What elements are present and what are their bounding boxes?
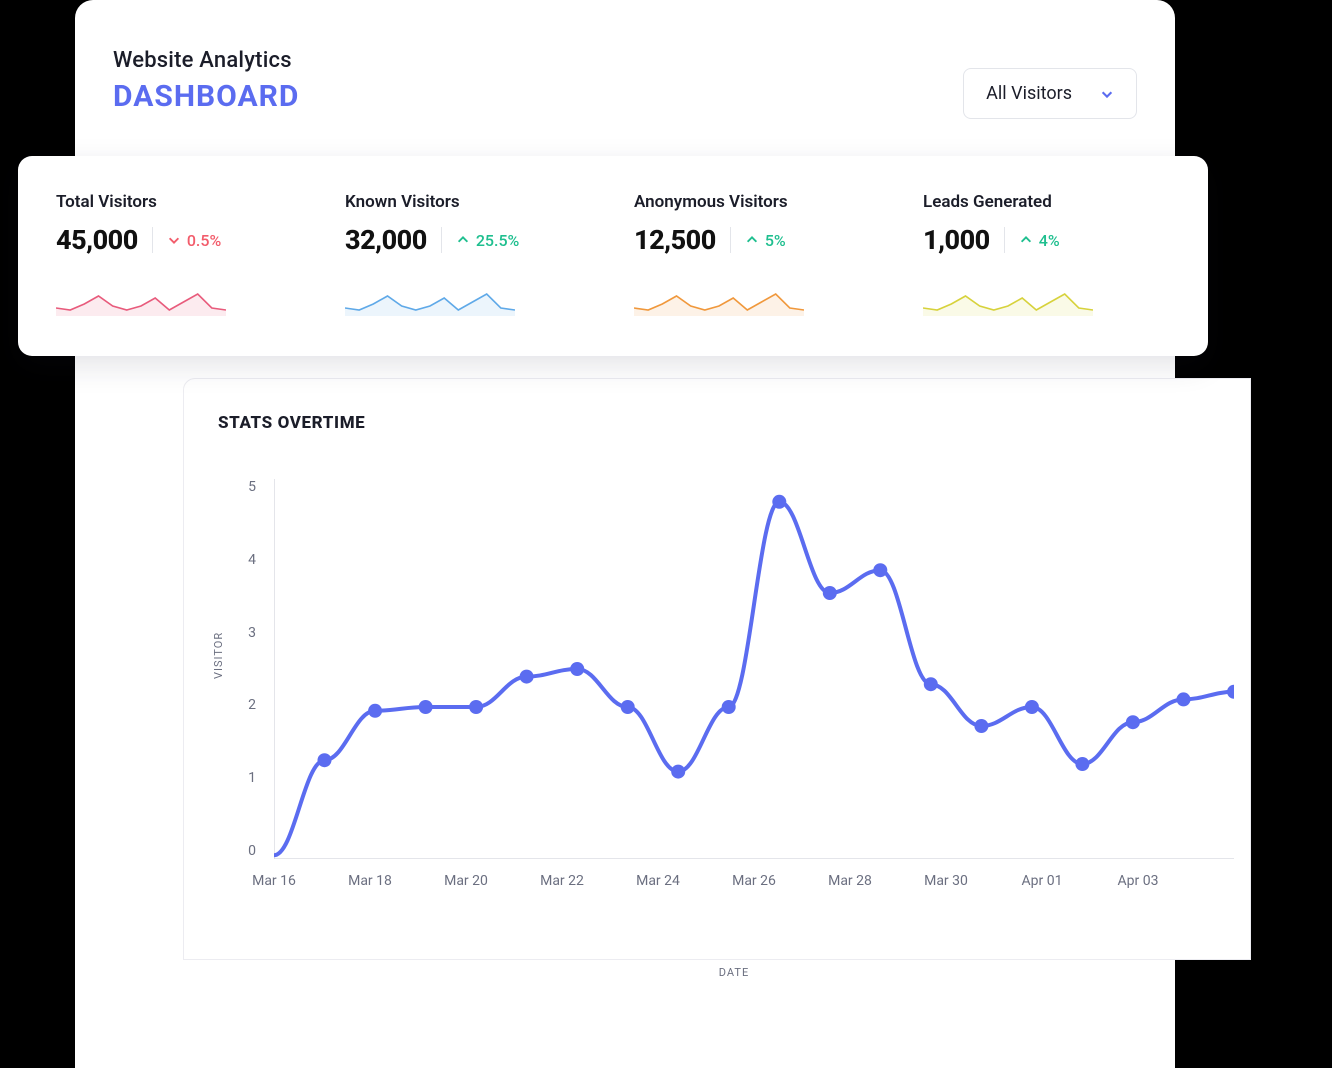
metric-value: 32,000 xyxy=(345,224,427,256)
trend-indicator: 5% xyxy=(745,231,786,250)
trend-indicator: 25.5% xyxy=(456,231,520,250)
data-point[interactable] xyxy=(823,586,837,600)
trend-indicator: 4% xyxy=(1019,231,1060,250)
data-point[interactable] xyxy=(621,700,635,714)
y-ticks: 5 4 3 2 1 0 xyxy=(242,479,256,859)
metric-label: Total Visitors xyxy=(56,192,303,212)
metric-value-row: 1,000 4% xyxy=(923,224,1170,256)
chevron-up-icon xyxy=(1019,233,1033,247)
x-tick: Mar 26 xyxy=(706,873,802,889)
x-tick: Mar 28 xyxy=(802,873,898,889)
y-axis-label: VISITOR xyxy=(212,632,225,679)
trend-percent: 4% xyxy=(1039,231,1060,250)
sparkline xyxy=(923,286,1093,316)
page-subtitle: Website Analytics xyxy=(113,48,299,73)
visitor-filter-dropdown[interactable]: All Visitors xyxy=(963,68,1137,119)
y-tick: 0 xyxy=(242,843,256,859)
metric-card: Anonymous Visitors 12,500 5% xyxy=(634,192,881,336)
data-point[interactable] xyxy=(1227,685,1234,699)
metric-value: 45,000 xyxy=(56,224,138,256)
data-point[interactable] xyxy=(368,704,382,718)
y-tick: 5 xyxy=(242,479,256,495)
stats-overtime-title: STATS OVERTIME xyxy=(218,413,1250,433)
data-point[interactable] xyxy=(722,700,736,714)
data-point[interactable] xyxy=(1126,715,1140,729)
x-tick: Mar 24 xyxy=(610,873,706,889)
x-tick: Mar 18 xyxy=(322,873,418,889)
data-point[interactable] xyxy=(419,700,433,714)
divider xyxy=(441,227,442,253)
x-tick: Apr 03 xyxy=(1090,873,1186,889)
metric-value: 1,000 xyxy=(923,224,990,256)
data-point[interactable] xyxy=(974,719,988,733)
metric-value-row: 12,500 5% xyxy=(634,224,881,256)
page-title: DASHBOARD xyxy=(113,79,299,114)
stats-overtime-chart: VISITOR 543210 Mar 16Mar 18Mar 20Mar 22M… xyxy=(218,479,1250,949)
metric-card: Known Visitors 32,000 25.5% xyxy=(345,192,592,336)
chevron-up-icon xyxy=(456,233,470,247)
data-point[interactable] xyxy=(1075,757,1089,771)
y-tick: 3 xyxy=(242,625,256,641)
data-point[interactable] xyxy=(570,662,584,676)
divider xyxy=(730,227,731,253)
line-chart-svg xyxy=(274,479,1234,859)
chevron-down-icon xyxy=(1100,87,1114,101)
chevron-up-icon xyxy=(745,233,759,247)
x-axis-label: DATE xyxy=(719,966,749,979)
y-tick: 1 xyxy=(242,770,256,786)
data-point[interactable] xyxy=(924,677,938,691)
stats-overtime-card: STATS OVERTIME VISITOR 543210 Mar 16Mar … xyxy=(183,378,1251,960)
metric-value-row: 32,000 25.5% xyxy=(345,224,592,256)
data-point[interactable] xyxy=(671,765,685,779)
x-tick: Mar 22 xyxy=(514,873,610,889)
y-tick: 2 xyxy=(242,697,256,713)
trend-percent: 25.5% xyxy=(476,231,520,250)
chevron-down-icon xyxy=(167,233,181,247)
x-tick: Mar 30 xyxy=(898,873,994,889)
title-block: Website Analytics DASHBOARD xyxy=(113,48,299,114)
metrics-strip: Total Visitors 45,000 0.5% Known Visitors 32… xyxy=(18,156,1208,356)
data-point[interactable] xyxy=(1025,700,1039,714)
metric-value-row: 45,000 0.5% xyxy=(56,224,303,256)
data-point[interactable] xyxy=(520,670,534,684)
trend-indicator: 0.5% xyxy=(167,231,221,250)
visitor-filter-label: All Visitors xyxy=(986,83,1072,104)
trend-percent: 5% xyxy=(765,231,786,250)
sparkline xyxy=(634,286,804,316)
y-tick: 4 xyxy=(242,552,256,568)
x-tick: Mar 16 xyxy=(226,873,322,889)
data-point[interactable] xyxy=(1177,692,1191,706)
x-tick: Apr 01 xyxy=(994,873,1090,889)
metric-card: Leads Generated 1,000 4% xyxy=(923,192,1170,336)
x-tick: Mar 20 xyxy=(418,873,514,889)
data-point[interactable] xyxy=(772,495,786,509)
sparkline xyxy=(56,286,226,316)
metric-label: Known Visitors xyxy=(345,192,592,212)
metric-card: Total Visitors 45,000 0.5% xyxy=(56,192,303,336)
data-point[interactable] xyxy=(318,753,332,767)
trend-percent: 0.5% xyxy=(187,231,221,250)
data-point[interactable] xyxy=(469,700,483,714)
x-ticks: Mar 16Mar 18Mar 20Mar 22Mar 24Mar 26Mar … xyxy=(274,873,1234,889)
divider xyxy=(152,227,153,253)
header: Website Analytics DASHBOARD All Visitors xyxy=(113,48,1137,119)
metric-value: 12,500 xyxy=(634,224,716,256)
data-point[interactable] xyxy=(873,563,887,577)
metric-label: Anonymous Visitors xyxy=(634,192,881,212)
metric-label: Leads Generated xyxy=(923,192,1170,212)
sparkline xyxy=(345,286,515,316)
divider xyxy=(1004,227,1005,253)
